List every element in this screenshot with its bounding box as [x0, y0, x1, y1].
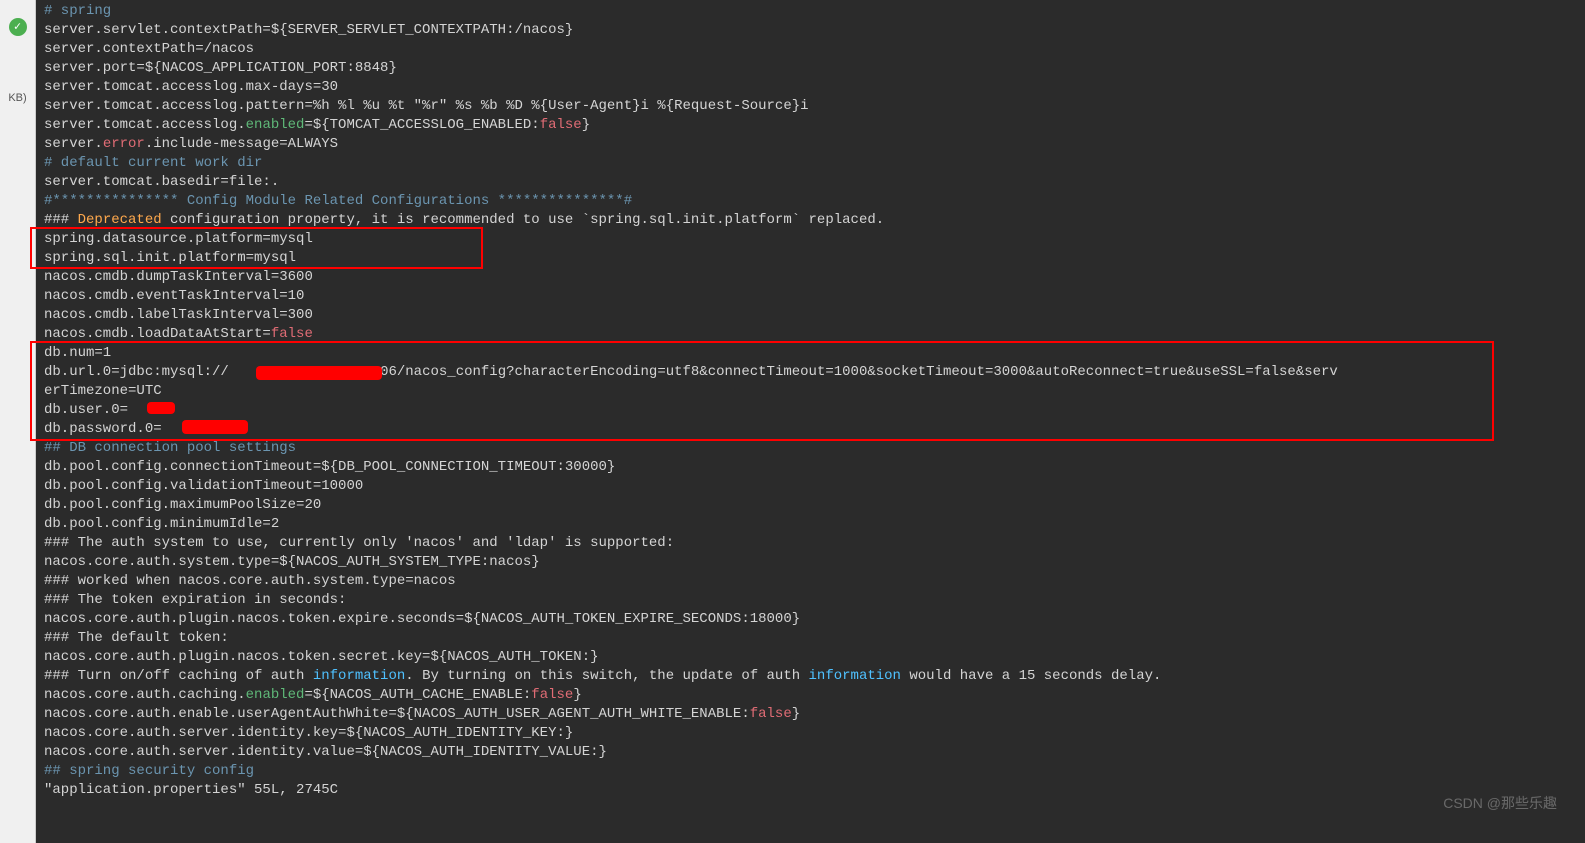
code-line[interactable]: server.servlet.contextPath=${SERVER_SERV… [44, 21, 1585, 40]
code-line[interactable]: ## DB connection pool settings [44, 439, 1585, 458]
code-line[interactable]: ### The default token: [44, 629, 1585, 648]
sidebar: ✓ KB) [0, 0, 36, 843]
code-line[interactable]: server.port=${NACOS_APPLICATION_PORT:884… [44, 59, 1585, 78]
code-line[interactable]: db.url.0=jdbc:mysql:// :3306/nacos_confi… [44, 363, 1585, 382]
code-line[interactable]: spring.sql.init.platform=mysql [44, 249, 1585, 268]
code-line[interactable]: db.num=1 [44, 344, 1585, 363]
code-line[interactable]: nacos.core.auth.caching.enabled=${NACOS_… [44, 686, 1585, 705]
code-line[interactable]: server.error.include-message=ALWAYS [44, 135, 1585, 154]
code-line[interactable]: "application.properties" 55L, 2745C [44, 781, 1585, 800]
code-line[interactable]: server.tomcat.accesslog.max-days=30 [44, 78, 1585, 97]
code-line[interactable]: # spring [44, 2, 1585, 21]
code-line[interactable]: nacos.core.auth.plugin.nacos.token.secre… [44, 648, 1585, 667]
code-line[interactable]: db.pool.config.minimumIdle=2 [44, 515, 1585, 534]
code-line[interactable]: db.pool.config.connectionTimeout=${DB_PO… [44, 458, 1585, 477]
code-line[interactable]: #*************** Config Module Related C… [44, 192, 1585, 211]
code-line[interactable]: nacos.core.auth.enable.userAgentAuthWhit… [44, 705, 1585, 724]
code-line[interactable]: nacos.core.auth.server.identity.key=${NA… [44, 724, 1585, 743]
code-line[interactable]: spring.datasource.platform=mysql [44, 230, 1585, 249]
code-line[interactable]: server.tomcat.accesslog.pattern=%h %l %u… [44, 97, 1585, 116]
code-line[interactable]: ### The auth system to use, currently on… [44, 534, 1585, 553]
code-line[interactable]: db.password.0= [44, 420, 1585, 439]
code-line[interactable]: ### Turn on/off caching of auth informat… [44, 667, 1585, 686]
code-line[interactable]: nacos.cmdb.loadDataAtStart=false [44, 325, 1585, 344]
code-line[interactable]: # default current work dir [44, 154, 1585, 173]
code-line[interactable]: db.user.0= [44, 401, 1585, 420]
code-line[interactable]: nacos.cmdb.dumpTaskInterval=3600 [44, 268, 1585, 287]
code-line[interactable]: db.pool.config.validationTimeout=10000 [44, 477, 1585, 496]
code-line[interactable]: nacos.core.auth.plugin.nacos.token.expir… [44, 610, 1585, 629]
code-line[interactable]: db.pool.config.maximumPoolSize=20 [44, 496, 1585, 515]
code-line[interactable]: nacos.cmdb.labelTaskInterval=300 [44, 306, 1585, 325]
sidebar-kb-label: KB) [0, 91, 35, 106]
code-line[interactable]: server.tomcat.basedir=file:. [44, 173, 1585, 192]
code-line[interactable]: server.contextPath=/nacos [44, 40, 1585, 59]
code-line[interactable]: nacos.core.auth.system.type=${NACOS_AUTH… [44, 553, 1585, 572]
status-ok-icon: ✓ [9, 18, 27, 36]
code-editor[interactable]: # springserver.servlet.contextPath=${SER… [36, 0, 1585, 843]
code-line[interactable]: ## spring security config [44, 762, 1585, 781]
code-line[interactable]: erTimezone=UTC [44, 382, 1585, 401]
code-line[interactable]: nacos.cmdb.eventTaskInterval=10 [44, 287, 1585, 306]
code-line[interactable]: ### worked when nacos.core.auth.system.t… [44, 572, 1585, 591]
code-line[interactable]: ### Deprecated configuration property, i… [44, 211, 1585, 230]
code-line[interactable]: ### The token expiration in seconds: [44, 591, 1585, 610]
watermark: CSDN @那些乐趣 [1443, 794, 1557, 813]
code-line[interactable]: server.tomcat.accesslog.enabled=${TOMCAT… [44, 116, 1585, 135]
check-icon: ✓ [14, 19, 21, 35]
code-line[interactable]: nacos.core.auth.server.identity.value=${… [44, 743, 1585, 762]
